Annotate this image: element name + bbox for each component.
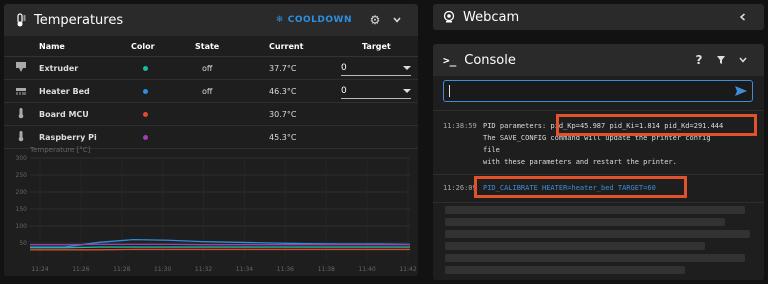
gear-icon: ⚙ bbox=[369, 13, 381, 27]
current-temp: 30.7°C bbox=[268, 102, 340, 126]
blurred-console-line bbox=[445, 230, 750, 238]
webcam-header[interactable]: Webcam bbox=[433, 4, 764, 30]
expand-webcam-button[interactable] bbox=[732, 6, 754, 28]
target-value: 0 bbox=[341, 62, 347, 73]
temperature-chart[interactable]: 50 100 150 200 250 300 11:24 11:26 11:28 11:30 11:… bbox=[8, 150, 416, 276]
current-temp: 37.7°C bbox=[268, 56, 340, 80]
temperatures-panel: Temperatures ❄ COOLDOWN ⚙ Name Color Sta… bbox=[4, 4, 418, 276]
y-tick-label: 50 bbox=[19, 240, 27, 247]
sensor-name: Heater Bed bbox=[38, 79, 130, 103]
cooldown-label: COOLDOWN bbox=[287, 15, 352, 25]
x-tick-label: 11:24 bbox=[31, 266, 48, 273]
series-color-dot[interactable] bbox=[143, 111, 148, 117]
send-icon[interactable] bbox=[734, 84, 748, 98]
cooldown-button[interactable]: ❄ COOLDOWN bbox=[276, 15, 352, 25]
x-tick-label: 11:36 bbox=[277, 266, 294, 273]
chevron-left-icon bbox=[739, 13, 745, 21]
webcam-icon bbox=[443, 11, 455, 23]
table-row: Extruder off 37.7°C 0 bbox=[4, 56, 418, 80]
entry-timestamp: 11:38:59 bbox=[443, 122, 477, 130]
heater-state: off bbox=[194, 79, 268, 103]
divider bbox=[433, 110, 764, 111]
column-target: Target bbox=[340, 36, 418, 57]
series-color-dot[interactable] bbox=[143, 65, 148, 71]
chevron-down-icon bbox=[393, 17, 401, 23]
target-temp-select[interactable]: 0 bbox=[341, 61, 411, 76]
entry-line: file bbox=[483, 146, 500, 154]
text-cursor bbox=[449, 85, 450, 97]
heater-state: off bbox=[194, 56, 268, 80]
column-state: State bbox=[194, 36, 268, 57]
extruder-icon bbox=[16, 62, 26, 72]
entry-line: with these parameters and restart the pr… bbox=[483, 158, 677, 166]
blurred-console-line bbox=[445, 218, 725, 226]
thermometer-icon bbox=[17, 13, 26, 27]
sensor-name: Board MCU bbox=[38, 102, 130, 126]
blurred-console-line bbox=[445, 206, 745, 214]
thermometer-icon bbox=[18, 108, 24, 119]
x-tick-label: 11:38 bbox=[318, 266, 335, 273]
divider bbox=[433, 202, 764, 203]
table-header-row: Name Color State Current Target bbox=[4, 36, 418, 57]
divider bbox=[433, 174, 764, 175]
heaters-table: Name Color State Current Target Extruder… bbox=[4, 36, 418, 149]
y-tick-label: 150 bbox=[16, 206, 28, 213]
console-panel: >_ Console ? 11:38:59 PID parameters: pid… bbox=[433, 44, 764, 280]
console-help-button[interactable]: ? bbox=[688, 49, 710, 71]
console-filter-button[interactable] bbox=[710, 49, 732, 71]
y-tick-label: 200 bbox=[16, 189, 28, 196]
console-title: Console bbox=[464, 52, 516, 68]
filter-icon bbox=[717, 56, 725, 64]
y-tick-label: 300 bbox=[16, 155, 28, 162]
y-tick-label: 250 bbox=[16, 172, 28, 179]
current-temp: 46.3°C bbox=[268, 79, 340, 103]
blurred-console-line bbox=[445, 254, 745, 262]
highlight-box bbox=[556, 114, 757, 136]
x-tick-label: 11:30 bbox=[154, 266, 171, 273]
series-color-dot[interactable] bbox=[143, 134, 148, 140]
blurred-console-line bbox=[445, 242, 705, 250]
sensor-name: Extruder bbox=[38, 56, 130, 80]
column-name: Name bbox=[38, 36, 130, 57]
terminal-icon: >_ bbox=[443, 53, 457, 67]
console-header: >_ Console ? bbox=[433, 44, 764, 76]
target-value: 0 bbox=[341, 85, 347, 96]
heater-bed-icon bbox=[16, 88, 26, 95]
settings-gear-button[interactable]: ⚙ bbox=[364, 9, 386, 31]
x-tick-label: 11:26 bbox=[72, 266, 89, 273]
temperatures-header: Temperatures ❄ COOLDOWN ⚙ bbox=[4, 4, 418, 36]
entry-prefix: PID parameters: bbox=[483, 122, 551, 130]
collapse-console-button[interactable] bbox=[732, 49, 754, 71]
x-tick-label: 11:40 bbox=[358, 266, 375, 273]
target-temp-select[interactable]: 0 bbox=[341, 84, 411, 99]
collapse-button[interactable] bbox=[386, 9, 408, 31]
column-current: Current bbox=[268, 36, 340, 57]
temperatures-title: Temperatures bbox=[34, 12, 124, 28]
heater-state bbox=[194, 125, 268, 149]
blurred-console-line bbox=[445, 266, 685, 274]
snowflake-icon: ❄ bbox=[275, 15, 284, 25]
thermometer-icon bbox=[18, 131, 24, 142]
console-command-input[interactable] bbox=[443, 80, 753, 102]
current-temp: 45.3°C bbox=[268, 125, 340, 149]
heater-state bbox=[194, 102, 268, 126]
chevron-down-icon bbox=[739, 57, 747, 63]
y-tick-label: 100 bbox=[16, 223, 28, 230]
webcam-title: Webcam bbox=[463, 9, 520, 25]
series-color-dot[interactable] bbox=[143, 88, 148, 94]
series-line bbox=[30, 246, 410, 249]
help-label: ? bbox=[695, 53, 703, 67]
x-tick-label: 11:42 bbox=[399, 266, 416, 273]
webcam-panel: Webcam bbox=[433, 4, 764, 30]
caret-down-icon bbox=[403, 88, 411, 93]
x-tick-label: 11:28 bbox=[113, 266, 130, 273]
table-row: Board MCU 30.7°C bbox=[4, 102, 418, 126]
x-tick-label: 11:34 bbox=[236, 266, 253, 273]
column-color: Color bbox=[130, 36, 194, 57]
table-row: Heater Bed off 46.3°C 0 bbox=[4, 79, 418, 103]
x-tick-label: 11:32 bbox=[195, 266, 212, 273]
caret-down-icon bbox=[403, 65, 411, 70]
highlight-box bbox=[474, 176, 687, 198]
